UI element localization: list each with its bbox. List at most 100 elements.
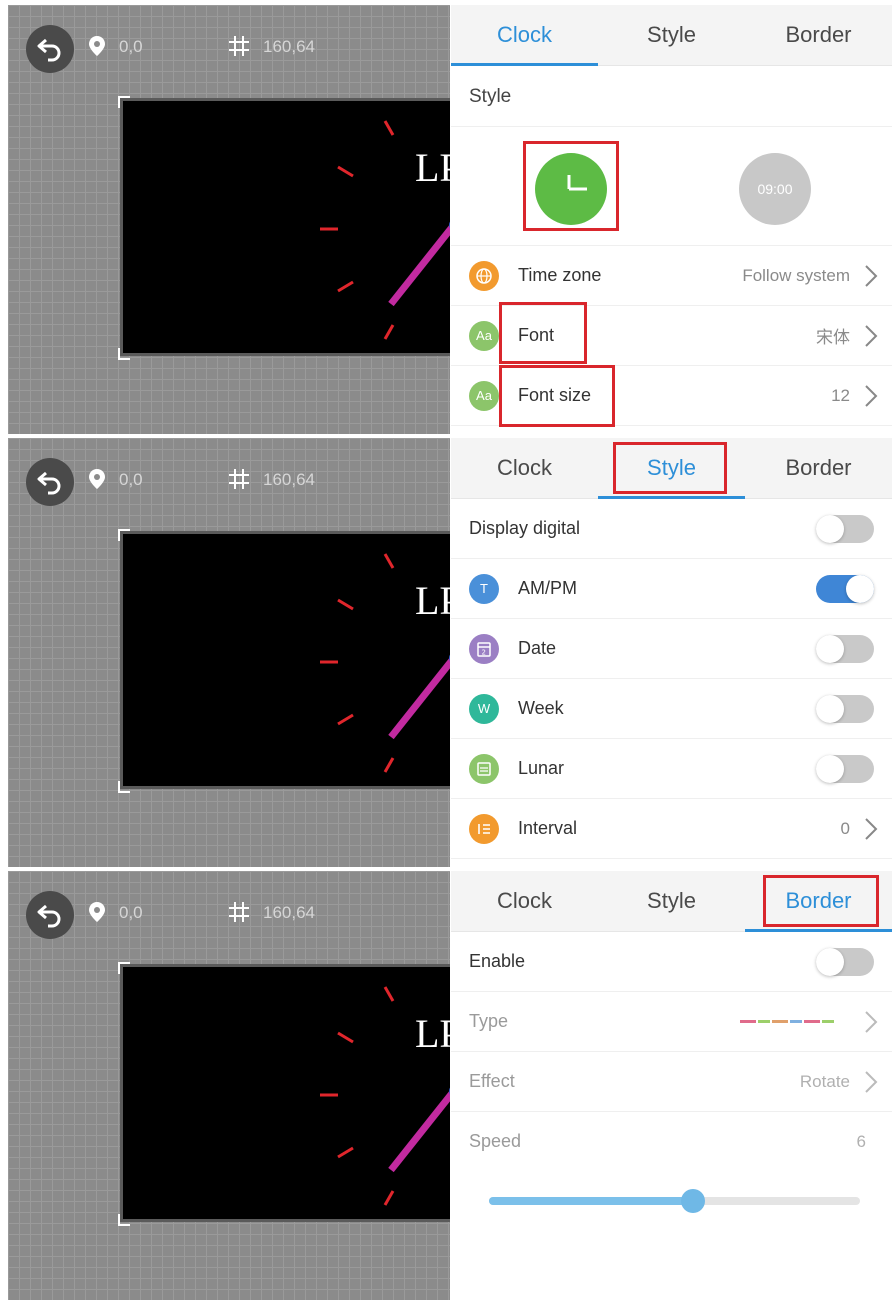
clock-preview[interactable]: LP xyxy=(120,531,450,789)
lunar-toggle[interactable] xyxy=(816,755,874,783)
clock-logo-text: LP xyxy=(415,145,450,190)
font-size-value: 12 xyxy=(831,385,850,405)
location-pin-icon xyxy=(89,469,105,489)
speed-slider[interactable] xyxy=(451,1171,892,1231)
interval-row[interactable]: Interval 0 xyxy=(451,799,892,859)
font-label: Font xyxy=(518,325,555,345)
date-toggle[interactable] xyxy=(816,635,874,663)
analog-clock-face: LP xyxy=(320,120,450,340)
led-canvas[interactable]: 0,0 160,64 LP xyxy=(8,871,450,1300)
undo-arrow-icon xyxy=(37,38,61,62)
tab-border[interactable]: Border xyxy=(745,871,892,932)
effect-label: Effect xyxy=(469,1071,515,1091)
hash-grid-icon xyxy=(229,36,249,56)
clock-icon xyxy=(567,175,587,191)
type-row[interactable]: Type xyxy=(451,992,892,1052)
analog-clock-face: LP xyxy=(320,986,450,1206)
font-aa-icon: Aa xyxy=(469,321,499,351)
speed-value: 6 xyxy=(856,1131,866,1151)
week-row: W Week xyxy=(451,679,892,739)
back-button[interactable] xyxy=(26,25,74,73)
clock-logo-text: LP xyxy=(415,578,450,623)
display-digital-label: Display digital xyxy=(469,518,581,538)
font-value: 宋体 xyxy=(816,328,850,347)
display-digital-toggle[interactable] xyxy=(816,515,874,543)
tab-style[interactable]: Style xyxy=(598,871,745,931)
minute-hand xyxy=(388,1090,450,1173)
hour-tick-marks xyxy=(320,553,395,773)
digital-style-option[interactable]: 09:00 xyxy=(739,153,811,225)
calendar-icon: 2 xyxy=(469,634,499,664)
style-section-header: Style xyxy=(451,66,892,127)
time-zone-label: Time zone xyxy=(518,265,602,285)
undo-arrow-icon xyxy=(37,471,61,495)
clock-style-options: 09:00 xyxy=(451,127,892,246)
border-pattern-preview xyxy=(740,1020,834,1023)
size-readout: 160,64 xyxy=(263,37,315,56)
list-icon xyxy=(469,814,499,844)
chevron-right-icon xyxy=(865,385,878,407)
time-zone-row[interactable]: Time zone Follow system xyxy=(451,246,892,306)
am-pm-row: T AM/PM xyxy=(451,559,892,619)
tab-border[interactable]: Border xyxy=(745,5,892,65)
tab-style[interactable]: Style xyxy=(598,5,745,65)
location-pin-icon xyxy=(89,902,105,922)
border-settings-panel: 0,0 160,64 LP Clock Style Border Enable … xyxy=(0,871,892,1300)
settings-pane: Clock Style Border Enable Type Effect Ro… xyxy=(451,871,892,1300)
analog-style-option[interactable] xyxy=(535,153,607,225)
undo-arrow-icon xyxy=(37,904,61,928)
minute-hand xyxy=(388,224,450,307)
led-canvas[interactable]: 0,0 160,64 LP xyxy=(8,438,450,867)
hour-tick-marks xyxy=(320,120,395,340)
minute-hand xyxy=(388,657,450,740)
chevron-right-icon xyxy=(865,325,878,347)
tab-style[interactable]: Style xyxy=(598,438,745,499)
style-settings-panel: 0,0 160,64 LP Clock Style Border Display… xyxy=(0,438,892,867)
hash-grid-icon xyxy=(229,902,249,922)
tab-bar: Clock Style Border xyxy=(451,5,892,66)
clock-preview[interactable]: LP xyxy=(120,964,450,1222)
interval-label: Interval xyxy=(518,818,578,838)
size-readout: 160,64 xyxy=(263,470,315,489)
style-section-title: Style xyxy=(469,86,512,107)
date-row: 2 Date xyxy=(451,619,892,679)
date-label: Date xyxy=(518,638,557,658)
clock-preview[interactable]: LP xyxy=(120,98,450,356)
tab-clock[interactable]: Clock xyxy=(451,5,598,66)
enable-row: Enable xyxy=(451,932,892,992)
enable-toggle[interactable] xyxy=(816,948,874,976)
am-pm-toggle[interactable] xyxy=(816,575,874,603)
tab-clock[interactable]: Clock xyxy=(451,871,598,931)
week-toggle[interactable] xyxy=(816,695,874,723)
effect-row[interactable]: Effect Rotate xyxy=(451,1052,892,1112)
font-size-row[interactable]: Aa Font size 12 xyxy=(451,365,892,427)
globe-icon xyxy=(469,261,499,291)
back-button[interactable] xyxy=(26,891,74,939)
chevron-right-icon xyxy=(865,1071,878,1093)
slider-track[interactable] xyxy=(489,1189,860,1213)
time-zone-value: Follow system xyxy=(742,265,850,285)
font-size-label: Font size xyxy=(518,385,592,405)
hash-grid-icon xyxy=(229,469,249,489)
week-label: Week xyxy=(518,698,564,718)
hour-tick-marks xyxy=(320,986,395,1206)
font-aa-icon: Aa xyxy=(469,381,499,411)
tab-bar: Clock Style Border xyxy=(451,871,892,932)
chevron-right-icon xyxy=(865,1011,878,1033)
clock-logo-text: LP xyxy=(415,1011,450,1056)
font-row[interactable]: Aa Font 宋体 xyxy=(451,302,892,366)
slider-thumb[interactable] xyxy=(681,1189,706,1213)
display-digital-row: Display digital xyxy=(451,499,892,559)
lunar-row: Lunar xyxy=(451,739,892,799)
led-canvas[interactable]: 0,0 160,64 LP xyxy=(8,5,450,434)
tab-border[interactable]: Border xyxy=(745,438,892,498)
chevron-right-icon xyxy=(865,265,878,287)
position-readout: 0,0 xyxy=(119,470,143,489)
back-button[interactable] xyxy=(26,458,74,506)
size-readout: 160,64 xyxy=(263,903,315,922)
svg-text:2: 2 xyxy=(482,649,486,657)
lunar-label: Lunar xyxy=(518,758,565,778)
location-pin-icon xyxy=(89,36,105,56)
effect-value: Rotate xyxy=(799,1071,850,1091)
tab-clock[interactable]: Clock xyxy=(451,438,598,498)
